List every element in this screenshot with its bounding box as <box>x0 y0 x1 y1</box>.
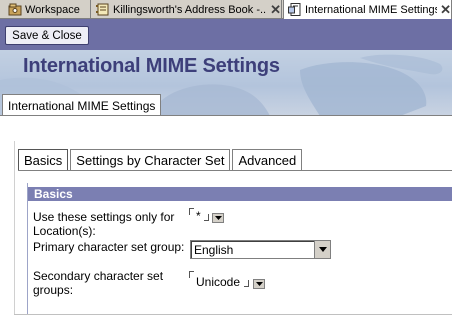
section-header: Basics <box>28 187 452 201</box>
workspace-icon <box>8 3 22 16</box>
locations-dropdown-button[interactable] <box>212 213 224 223</box>
document-icon <box>288 3 302 16</box>
content-border <box>14 141 15 315</box>
secondary-charset-label: Secondary character set groups: <box>33 269 164 297</box>
save-close-button[interactable]: Save & Close <box>5 26 89 45</box>
locations-label: Use these settings only for Location(s): <box>33 210 175 238</box>
primary-charset-label: Primary character set group: <box>33 240 185 254</box>
secondary-charset-field[interactable]: Unicode <box>196 275 240 289</box>
banner-divider <box>0 115 452 116</box>
primary-charset-select[interactable]: English <box>190 240 331 259</box>
tab-workspace[interactable]: Workspace <box>4 0 91 19</box>
tabs-divider <box>18 170 452 171</box>
field-end-marker <box>244 280 249 287</box>
tab-advanced[interactable]: Advanced <box>232 149 303 171</box>
secondary-charset-dropdown-button[interactable] <box>253 279 265 289</box>
window-tab-strip: Workspace Killingsworth's Address Book -… <box>0 0 452 19</box>
tab-address-book[interactable]: Killingsworth's Address Book -... ✕ <box>92 0 282 19</box>
close-tab-address-book-icon[interactable]: ✕ <box>270 2 281 18</box>
action-bar: Save & Close <box>0 19 452 50</box>
field-start-marker <box>189 271 194 278</box>
chevron-down-icon <box>214 216 222 220</box>
tab-settings-by-character-set[interactable]: Settings by Character Set <box>70 149 231 171</box>
field-start-marker <box>189 208 194 215</box>
form-tab-mime-settings[interactable]: International MIME Settings <box>2 94 162 116</box>
field-end-marker <box>204 214 209 221</box>
tab-mime-settings[interactable]: International MIME Settings ✕ <box>283 0 452 19</box>
chevron-down-icon <box>255 282 263 286</box>
settings-tabs: Basics Settings by Character Set Advance… <box>18 149 304 171</box>
page-title: International MIME Settings <box>23 55 280 77</box>
address-book-icon <box>96 3 110 16</box>
primary-charset-value: English <box>194 242 234 257</box>
close-tab-mime-icon[interactable]: ✕ <box>440 2 451 18</box>
locations-field[interactable]: * <box>196 209 201 223</box>
chevron-down-icon[interactable] <box>314 241 330 258</box>
tab-basics[interactable]: Basics <box>18 149 69 171</box>
